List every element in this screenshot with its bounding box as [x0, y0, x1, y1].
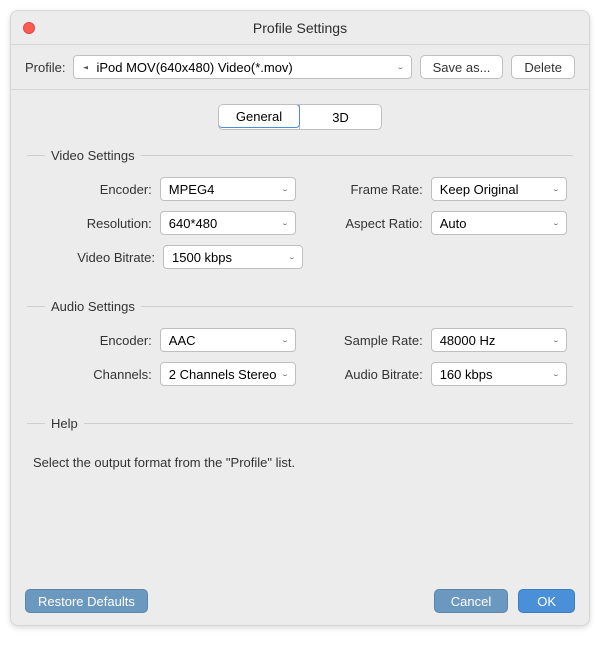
divider [27, 306, 45, 307]
group-title: Help [51, 416, 78, 431]
group-header: Audio Settings [27, 299, 573, 314]
select-value: 160 kbps [440, 367, 493, 382]
video-encoder-select[interactable]: MPEG4 ⌄ [160, 177, 296, 201]
tab-group: General 3D [218, 104, 382, 130]
chevron-down-icon: ⌄ [396, 64, 404, 71]
profile-select[interactable]: ◂ iPod MOV(640x480) Video(*.mov) ⌄ [73, 55, 411, 79]
ok-button[interactable]: OK [518, 589, 575, 613]
delete-button[interactable]: Delete [511, 55, 575, 79]
divider [27, 155, 45, 156]
restore-defaults-button[interactable]: Restore Defaults [25, 589, 148, 613]
group-header: Help [27, 416, 573, 431]
chevron-down-icon: ⌄ [552, 337, 560, 344]
select-value: Auto [440, 216, 467, 231]
chevron-down-icon: ⌄ [281, 337, 289, 344]
save-as-button[interactable]: Save as... [420, 55, 504, 79]
select-value: 48000 Hz [440, 333, 496, 348]
chevron-down-icon: ⌄ [281, 371, 289, 378]
select-value: 1500 kbps [172, 250, 232, 265]
titlebar: Profile Settings [11, 11, 589, 45]
close-icon[interactable] [23, 22, 35, 34]
resolution-select[interactable]: 640*480 ⌄ [160, 211, 296, 235]
profile-row: Profile: ◂ iPod MOV(640x480) Video(*.mov… [11, 45, 589, 90]
aspect-ratio-select[interactable]: Auto ⌄ [431, 211, 567, 235]
aspect-ratio-label: Aspect Ratio: [314, 216, 431, 231]
video-bitrate-select[interactable]: 1500 kbps ⌄ [163, 245, 303, 269]
select-value: Keep Original [440, 182, 519, 197]
chevron-down-icon: ⌄ [552, 186, 560, 193]
profile-selected-value: iPod MOV(640x480) Video(*.mov) [96, 60, 390, 75]
channels-select[interactable]: 2 Channels Stereo ⌄ [160, 362, 296, 386]
profile-label: Profile: [25, 60, 65, 75]
tab-bar: General 3D [27, 104, 573, 130]
help-text: Select the output format from the "Profi… [27, 445, 573, 470]
chevron-down-icon: ⌄ [552, 371, 560, 378]
divider [27, 423, 45, 424]
sample-rate-label: Sample Rate: [314, 333, 431, 348]
chevron-down-icon: ⌄ [288, 254, 296, 261]
sample-rate-select[interactable]: 48000 Hz ⌄ [431, 328, 567, 352]
audio-settings-group: Audio Settings Encoder: AAC ⌄ Sample Rat… [27, 299, 573, 386]
group-title: Audio Settings [51, 299, 135, 314]
window-title: Profile Settings [21, 20, 579, 36]
content-area: General 3D Video Settings Encoder: MPEG4… [11, 90, 589, 577]
select-value: AAC [169, 333, 196, 348]
divider [141, 306, 573, 307]
help-group: Help Select the output format from the "… [27, 416, 573, 470]
resolution-label: Resolution: [33, 216, 160, 231]
footer: Restore Defaults Cancel OK [11, 577, 589, 625]
frame-rate-label: Frame Rate: [314, 182, 431, 197]
chevron-left-icon: ◂ [80, 62, 90, 72]
frame-rate-select[interactable]: Keep Original ⌄ [431, 177, 567, 201]
profile-settings-window: Profile Settings Profile: ◂ iPod MOV(640… [10, 10, 590, 626]
audio-encoder-select[interactable]: AAC ⌄ [160, 328, 296, 352]
chevron-down-icon: ⌄ [552, 220, 560, 227]
audio-bitrate-select[interactable]: 160 kbps ⌄ [431, 362, 567, 386]
select-value: MPEG4 [169, 182, 215, 197]
audio-bitrate-label: Audio Bitrate: [314, 367, 431, 382]
divider [84, 423, 573, 424]
select-value: 640*480 [169, 216, 217, 231]
video-encoder-label: Encoder: [33, 182, 160, 197]
chevron-down-icon: ⌄ [281, 220, 289, 227]
tab-general[interactable]: General [218, 104, 300, 128]
group-header: Video Settings [27, 148, 573, 163]
audio-encoder-label: Encoder: [33, 333, 160, 348]
tab-3d[interactable]: 3D [299, 105, 381, 129]
video-bitrate-label: Video Bitrate: [33, 250, 163, 265]
channels-label: Channels: [33, 367, 160, 382]
video-settings-group: Video Settings Encoder: MPEG4 ⌄ Frame Ra… [27, 148, 573, 269]
select-value: 2 Channels Stereo [169, 367, 277, 382]
window-controls [23, 22, 35, 34]
group-title: Video Settings [51, 148, 135, 163]
divider [141, 155, 573, 156]
cancel-button[interactable]: Cancel [434, 589, 508, 613]
chevron-down-icon: ⌄ [281, 186, 289, 193]
